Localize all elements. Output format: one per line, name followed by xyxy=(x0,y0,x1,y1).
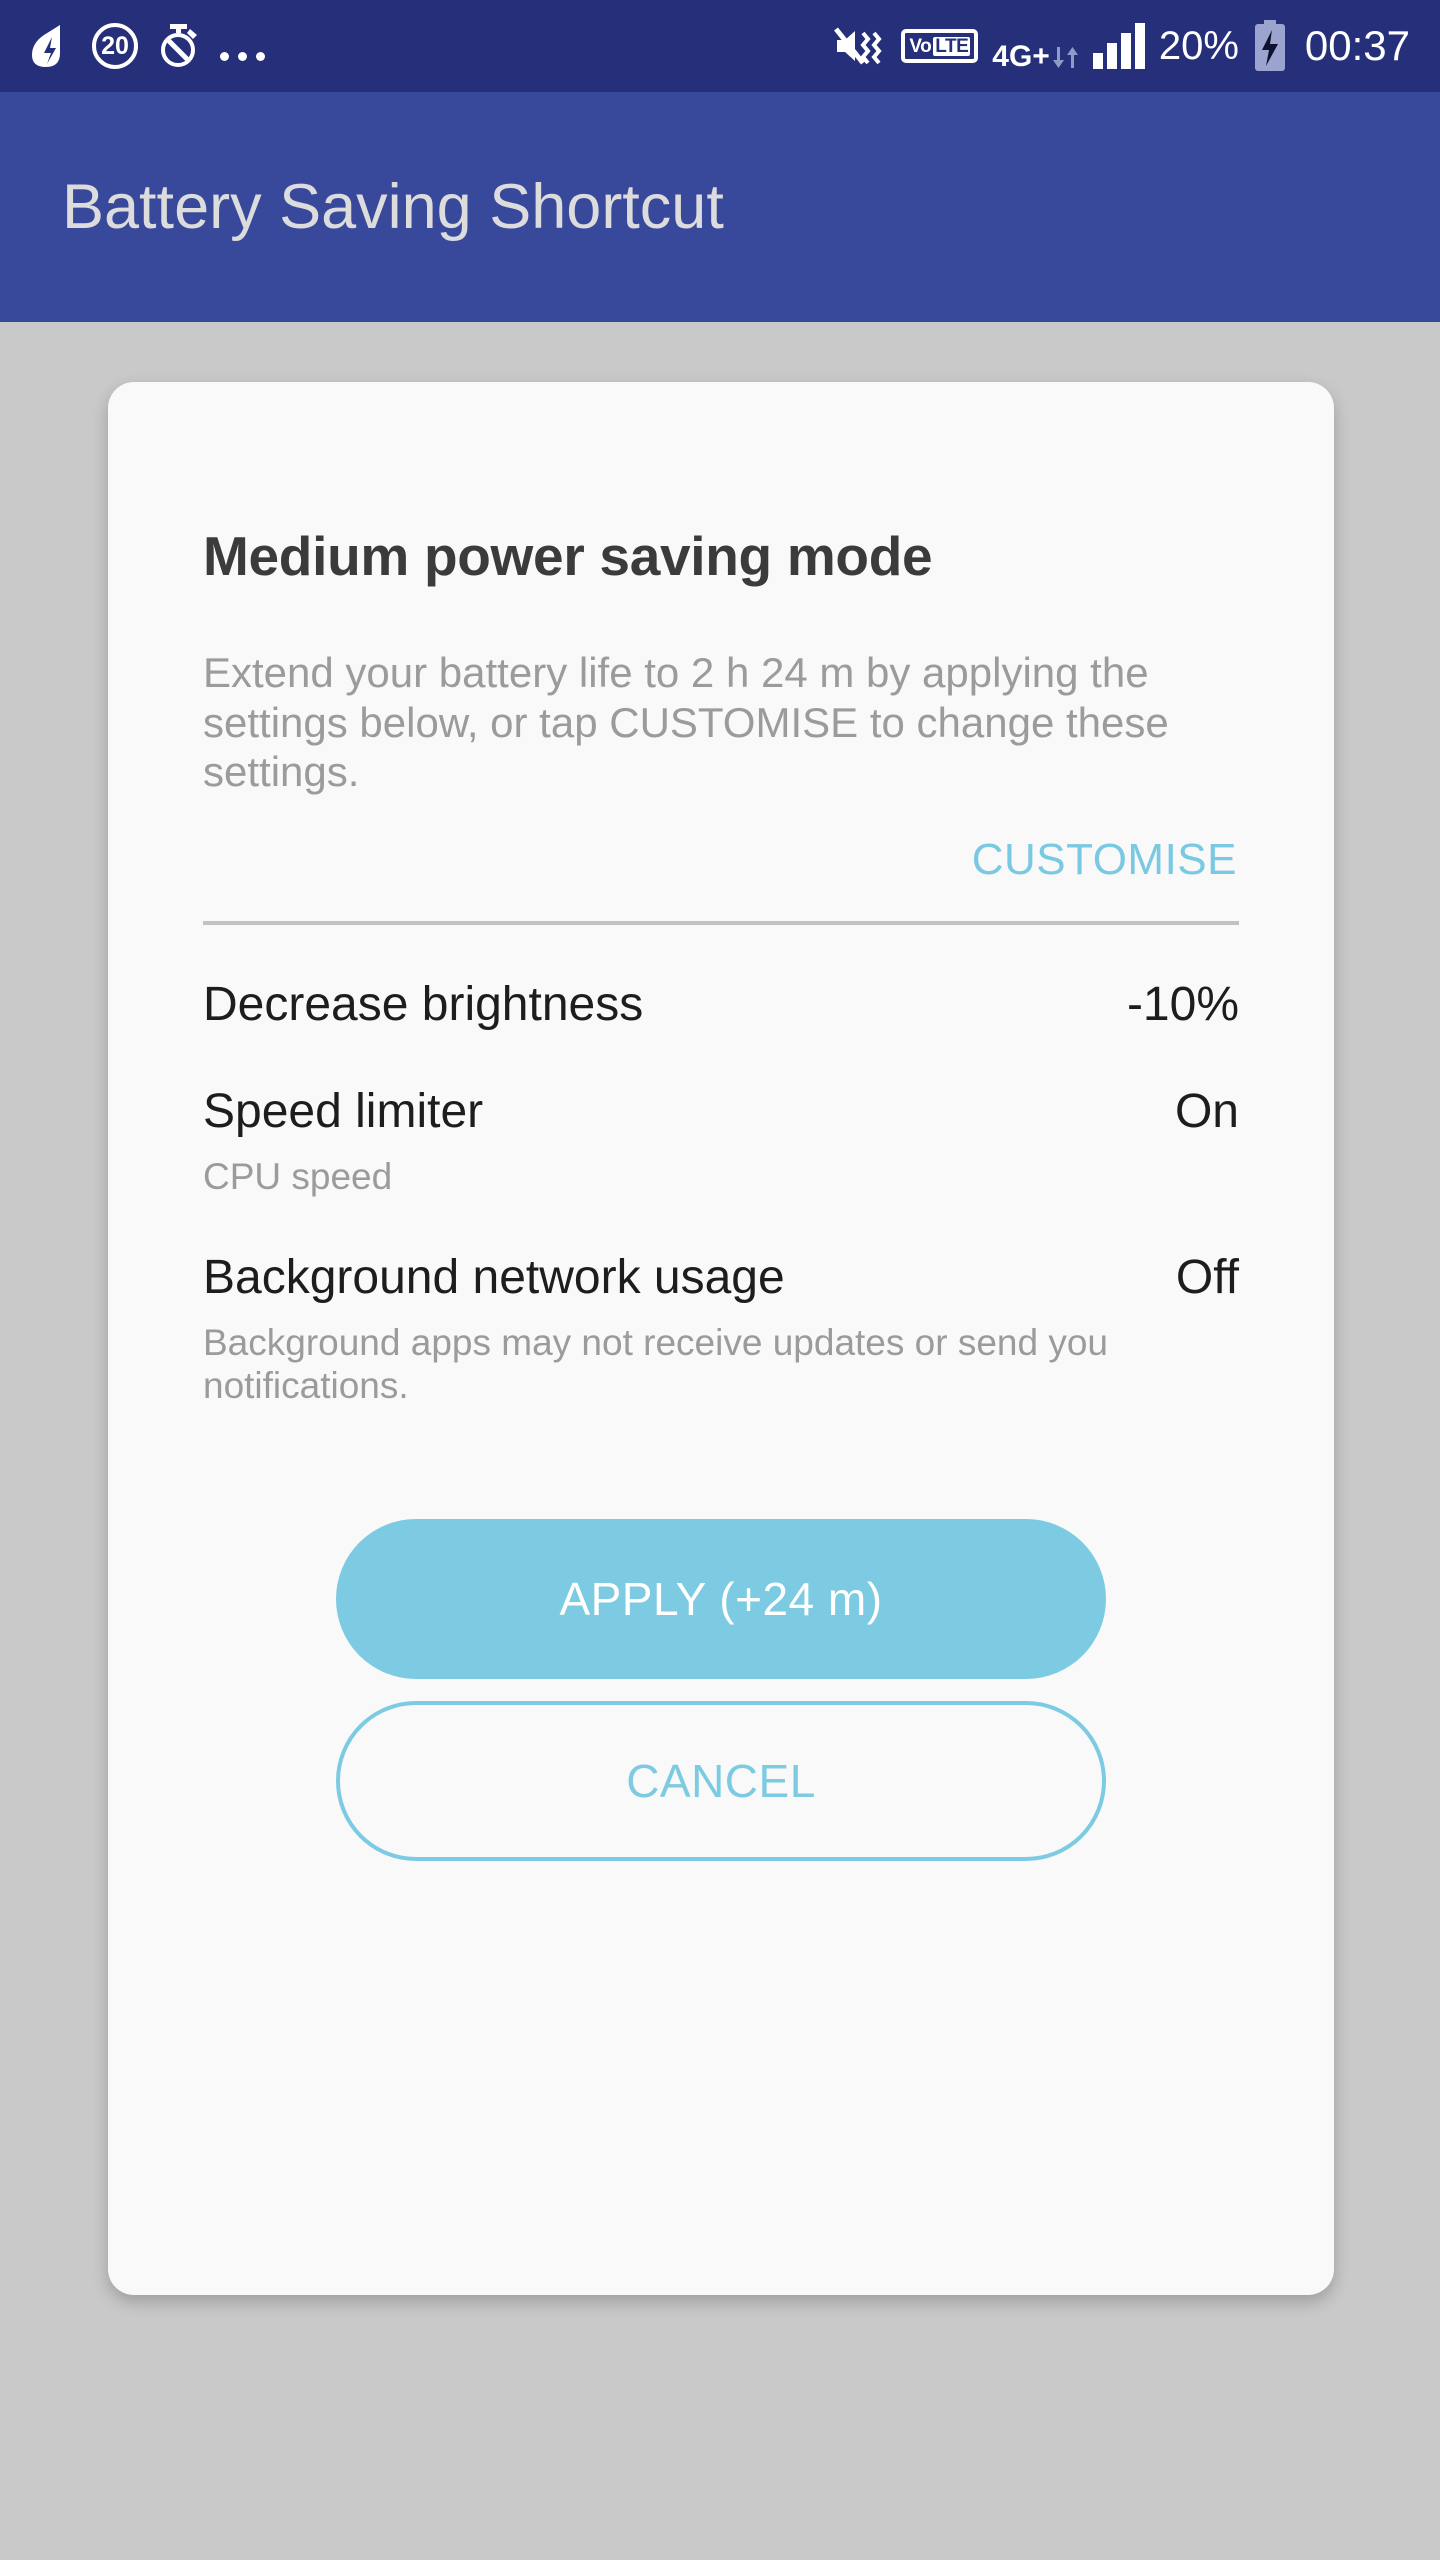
page-title: Battery Saving Shortcut xyxy=(62,172,724,242)
clock-label: 00:37 xyxy=(1304,22,1410,69)
volte-vo-label: Vo xyxy=(909,35,932,57)
apply-button[interactable]: APPLY (+24 m) xyxy=(336,1519,1106,1680)
setting-name: Decrease brightness xyxy=(203,977,644,1031)
setting-value: Off xyxy=(1175,1250,1239,1304)
setting-value: -10% xyxy=(1126,977,1239,1031)
status-bar: 20 Vo LTE 4G+ 20% 00:37 xyxy=(0,0,1440,92)
battery-percent-label: 20% xyxy=(1158,24,1239,68)
setting-name: Speed limiter xyxy=(203,1084,484,1138)
more-notifications-icon xyxy=(220,23,265,69)
app-bar: Battery Saving Shortcut xyxy=(0,92,1440,322)
mute-vibrate-icon xyxy=(833,23,887,69)
alarm-off-icon xyxy=(156,23,202,69)
battery-saver-app-icon xyxy=(30,23,74,69)
power-saving-dialog-card: Medium power saving mode Extend your bat… xyxy=(108,382,1334,2295)
setting-subtitle: CPU speed xyxy=(203,1155,393,1197)
status-bar-left-group: 20 xyxy=(30,23,265,69)
setting-row-decrease-brightness[interactable]: Decrease brightness -10% xyxy=(203,925,1239,1032)
setting-name: Background network usage xyxy=(203,1250,785,1304)
customise-button[interactable]: CUSTOMISE xyxy=(970,831,1239,889)
battery-charging-icon xyxy=(1253,20,1287,72)
network-type-icon: 4G+ xyxy=(992,21,1079,71)
network-type-label: 4G+ xyxy=(992,39,1050,73)
setting-value: On xyxy=(1174,1084,1239,1138)
data-transfer-arrows-icon xyxy=(1052,47,1079,71)
setting-row-background-network-usage[interactable]: Background network usage Off Background … xyxy=(203,1198,1239,1408)
setting-line: Decrease brightness -10% xyxy=(203,977,1239,1032)
setting-subtitle: Background apps may not receive updates … xyxy=(203,1321,1109,1407)
dialog-description: Extend your battery life to 2 h 24 m by … xyxy=(203,649,1169,796)
notification-count-label: 20 xyxy=(101,31,129,60)
setting-line: Background network usage Off xyxy=(203,1250,1239,1305)
dialog-title: Medium power saving mode xyxy=(203,525,933,587)
status-bar-right-group: Vo LTE 4G+ 20% 00:37 xyxy=(833,20,1410,72)
notification-count-badge: 20 xyxy=(92,23,138,69)
signal-strength-icon xyxy=(1092,23,1145,69)
setting-row-speed-limiter[interactable]: Speed limiter On CPU speed xyxy=(203,1032,1239,1198)
setting-line: Speed limiter On xyxy=(203,1084,1239,1139)
content-area: Medium power saving mode Extend your bat… xyxy=(0,322,1440,2560)
customise-row: CUSTOMISE xyxy=(203,831,1239,889)
volte-lte-label: LTE xyxy=(933,35,971,57)
cancel-button[interactable]: CANCEL xyxy=(336,1701,1106,1862)
volte-icon: Vo LTE xyxy=(901,29,979,63)
